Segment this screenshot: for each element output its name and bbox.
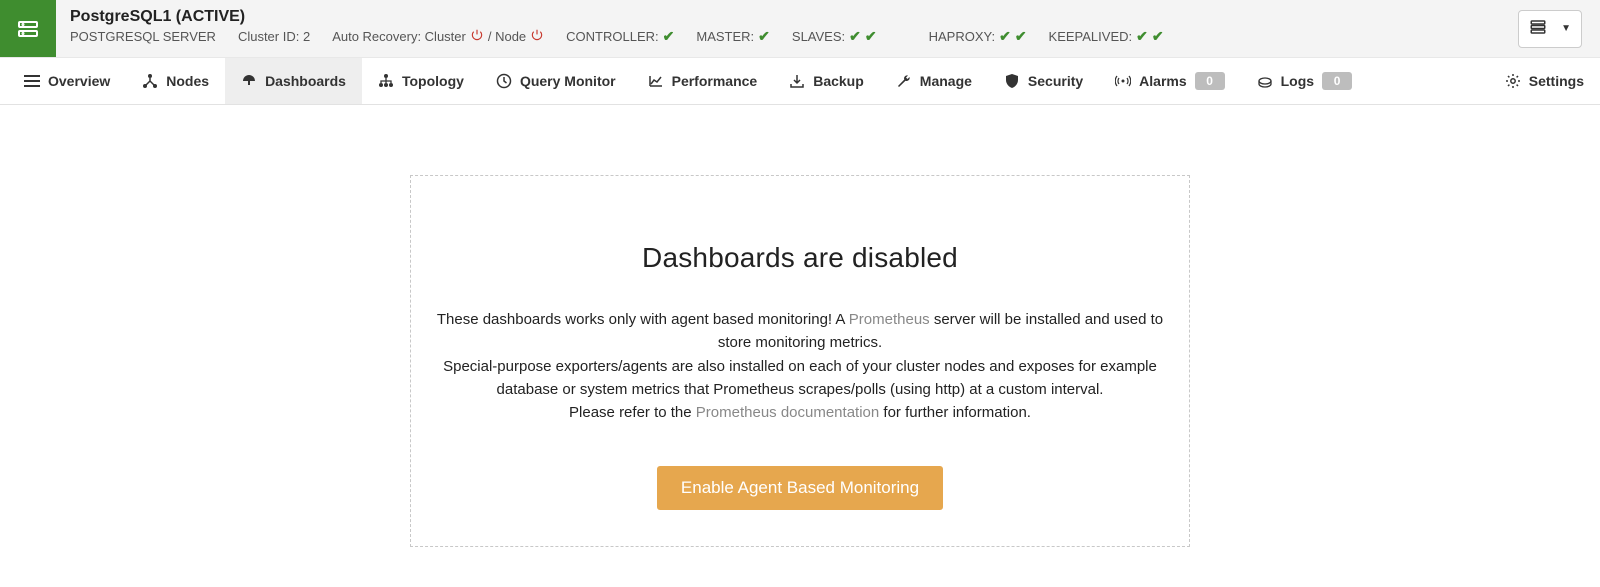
auto-recovery-node-label: / Node [488,29,526,44]
tab-overview[interactable]: Overview [8,58,126,104]
power-icon[interactable] [470,28,484,45]
haproxy-label: HAPROXY: [929,29,995,44]
check-icon: ✔ [1015,28,1027,45]
tab-topology[interactable]: Topology [362,58,480,104]
auto-recovery-cluster-label: Auto Recovery: Cluster [332,29,466,44]
tab-label: Query Monitor [520,73,616,89]
alarms-count-badge: 0 [1195,72,1225,90]
broadcast-icon [1115,73,1131,89]
tab-performance[interactable]: Performance [632,58,774,104]
haproxy-status: HAPROXY: ✔ ✔ [929,28,1027,45]
tab-label: Dashboards [265,73,346,89]
panel-text-1: These dashboards works only with agent b… [435,308,1165,355]
check-icon: ✔ [865,28,877,45]
list-icon [24,73,40,89]
chart-icon [648,73,664,89]
panel-text: for further information. [879,404,1031,421]
wrench-icon [896,73,912,89]
dashboard-icon [241,73,257,89]
servers-icon [1529,18,1547,39]
logs-count-badge: 0 [1322,72,1352,90]
check-icon: ✔ [663,28,675,45]
check-icon: ✔ [849,28,861,45]
shield-icon [1004,73,1020,89]
gear-icon [1505,73,1521,89]
keepalived-status: KEEPALIVED: ✔ ✔ [1049,28,1164,45]
dashboard-content: Dashboards are disabled These dashboards… [0,105,1600,587]
header-actions: ▼ [1500,0,1600,57]
tab-settings[interactable]: Settings [1489,58,1600,104]
tab-backup[interactable]: Backup [773,58,880,104]
dashboards-disabled-panel: Dashboards are disabled These dashboards… [410,175,1190,547]
cluster-actions-dropdown[interactable]: ▼ [1518,10,1582,48]
auto-recovery-status: Auto Recovery: Cluster / Node [332,28,544,45]
cluster-title: PostgreSQL1 (ACTIVE) [70,8,1486,26]
controller-status: CONTROLLER: ✔ [566,28,674,45]
cluster-header: PostgreSQL1 (ACTIVE) POSTGRESQL SERVER C… [0,0,1600,58]
logs-icon [1257,73,1273,89]
caret-down-icon: ▼ [1561,23,1571,34]
tab-security[interactable]: Security [988,58,1099,104]
power-icon[interactable] [530,28,544,45]
tab-label: Topology [402,73,464,89]
check-icon: ✔ [1136,28,1148,45]
tab-label: Nodes [166,73,209,89]
cluster-id-label: Cluster ID: 2 [238,29,310,44]
tab-label: Performance [672,73,758,89]
prometheus-link[interactable]: Prometheus [849,311,930,328]
slaves-label: SLAVES: [792,29,845,44]
tab-label: Settings [1529,73,1584,89]
tab-nodes[interactable]: Nodes [126,58,225,104]
tab-alarms[interactable]: Alarms 0 [1099,58,1240,104]
tab-query-monitor[interactable]: Query Monitor [480,58,632,104]
panel-heading: Dashboards are disabled [435,242,1165,274]
panel-text-3: Please refer to the Prometheus documenta… [435,401,1165,424]
clock-icon [496,73,512,89]
server-type-label: POSTGRESQL SERVER [70,29,216,44]
master-label: MASTER: [696,29,754,44]
cluster-tabs: Overview Nodes Dashboards Topology Query… [0,58,1600,105]
panel-text: These dashboards works only with agent b… [437,311,849,328]
enable-agent-monitoring-button[interactable]: Enable Agent Based Monitoring [657,466,943,510]
check-icon: ✔ [1152,28,1164,45]
master-status: MASTER: ✔ [696,28,770,45]
tab-logs[interactable]: Logs 0 [1241,58,1368,104]
download-icon [789,73,805,89]
tab-dashboards[interactable]: Dashboards [225,58,362,104]
tab-label: Manage [920,73,972,89]
cluster-header-main: PostgreSQL1 (ACTIVE) POSTGRESQL SERVER C… [56,0,1500,57]
cluster-type-icon [0,0,56,57]
tab-label: Overview [48,73,110,89]
controller-label: CONTROLLER: [566,29,658,44]
panel-text: Please refer to the [569,404,696,421]
tab-label: Security [1028,73,1083,89]
tab-label: Backup [813,73,864,89]
topology-icon [378,73,394,89]
check-icon: ✔ [758,28,770,45]
panel-text-2: Special-purpose exporters/agents are als… [435,355,1165,402]
prometheus-docs-link[interactable]: Prometheus documentation [696,404,879,421]
slaves-status: SLAVES: ✔ ✔ [792,28,877,45]
tab-manage[interactable]: Manage [880,58,988,104]
check-icon: ✔ [999,28,1011,45]
nodes-icon [142,73,158,89]
keepalived-label: KEEPALIVED: [1049,29,1133,44]
tab-label: Logs [1281,73,1314,89]
tab-label: Alarms [1139,73,1186,89]
